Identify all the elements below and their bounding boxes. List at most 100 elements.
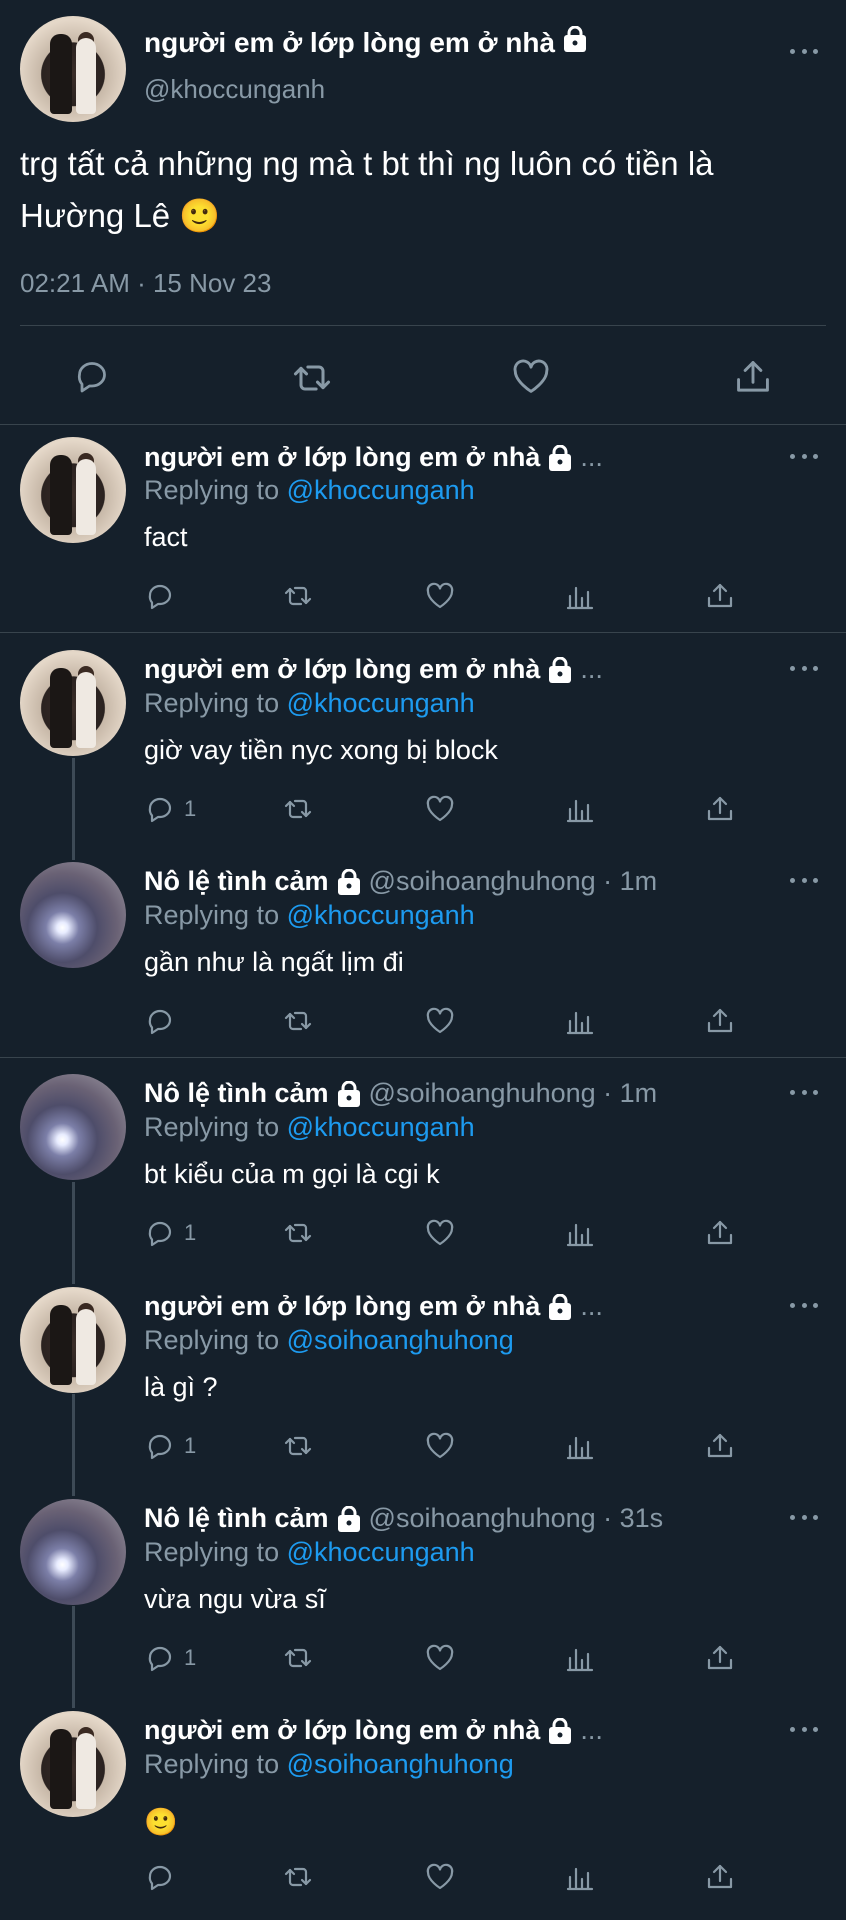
tweet-text: gần như là ngất lịm đi [144,947,404,977]
retweet-icon[interactable] [282,1005,314,1037]
reply-icon [148,1646,172,1672]
replying-handle[interactable]: @khoccunganh [287,475,475,505]
heart-icon[interactable] [424,1217,456,1249]
retweet-icon[interactable] [290,356,334,400]
reply-icon [148,1009,172,1035]
more-icon[interactable] [790,1722,818,1736]
reply-button[interactable]: 1 [144,1642,196,1674]
replying-handle[interactable]: @khoccunganh [287,1537,475,1567]
heart-icon[interactable] [424,1861,456,1893]
views-icon[interactable] [564,1005,596,1037]
views-icon[interactable] [564,793,596,825]
main-tweet-text: trg tất cả những ng mà t bt thì ng luôn … [20,145,714,234]
more-icon[interactable] [790,1510,818,1524]
share-icon[interactable] [704,1430,736,1462]
avatar[interactable] [20,1499,126,1605]
more-icon[interactable] [790,1085,818,1099]
avatar[interactable] [20,650,126,756]
retweet-icon[interactable] [282,793,314,825]
views-icon[interactable] [564,1217,596,1249]
heart-icon[interactable] [424,1642,456,1674]
action-bar [144,1861,736,1895]
reply-button[interactable] [144,1005,184,1037]
more-icon[interactable] [790,1298,818,1312]
lock-icon [337,1080,361,1107]
reply-count: 1 [184,1433,197,1458]
share-icon[interactable] [704,1217,736,1249]
avatar[interactable] [20,437,126,543]
divider [0,1057,846,1058]
more-icon[interactable] [790,873,818,887]
avatar[interactable] [20,1287,126,1393]
main-author-handle[interactable]: @khoccunganh [144,74,325,105]
retweet-icon[interactable] [282,1642,314,1674]
replying-handle[interactable]: @khoccunganh [287,900,475,930]
share-icon[interactable] [704,1642,736,1674]
main-author-name[interactable]: người em ở lớp lòng em ở nhà [144,25,587,59]
author-name[interactable]: Nô lệ tình cảm [144,866,329,897]
main-tweet-timestamp[interactable]: 02:21 AM · 15 Nov 23 [20,268,271,299]
share-icon[interactable] [704,1861,736,1893]
heart-icon[interactable] [510,356,552,398]
action-bar [144,1005,736,1039]
thread-line [72,1182,75,1284]
lock-icon [337,868,361,895]
views-icon[interactable] [564,1642,596,1674]
author-name[interactable]: người em ở lớp lòng em ở nhà [144,1291,540,1322]
tweet-text: fact [144,522,188,552]
replying-to: Replying to @khoccunganh [144,900,475,931]
avatar[interactable] [20,1074,126,1180]
author-row: người em ở lớp lòng em ở nhà ... [144,442,603,473]
author-name[interactable]: người em ở lớp lòng em ở nhà [144,442,540,473]
share-icon[interactable] [732,356,774,398]
views-icon[interactable] [564,580,596,612]
author-name[interactable]: Nô lệ tình cảm [144,1503,329,1534]
author-name[interactable]: người em ở lớp lòng em ở nhà [144,1715,540,1746]
views-icon[interactable] [564,1861,596,1893]
reply-button[interactable]: 1 [144,1217,196,1249]
reply-button[interactable]: 1 [144,1430,196,1462]
reply-button[interactable]: 1 [144,793,196,825]
replying-label: Replying to [144,475,280,505]
heart-icon[interactable] [424,793,456,825]
replying-to: Replying to @khoccunganh [144,688,475,719]
reply-icon[interactable] [72,356,112,396]
action-bar: 1 [144,793,736,827]
reply-button[interactable] [144,580,184,612]
lock-icon [548,444,572,471]
lock-icon [337,1505,361,1532]
retweet-icon[interactable] [282,1861,314,1893]
avatar[interactable] [20,1711,126,1817]
author-name[interactable]: Nô lệ tình cảm [144,1078,329,1109]
replying-handle[interactable]: @soihoanghuhong [287,1749,514,1779]
avatar[interactable] [20,862,126,968]
heart-icon[interactable] [424,1430,456,1462]
share-icon[interactable] [704,1005,736,1037]
author-meta: @soihoanghuhong · 1m [368,866,658,896]
views-icon[interactable] [564,1430,596,1462]
replying-to: Replying to @soihoanghuhong [144,1325,514,1356]
share-icon[interactable] [704,580,736,612]
reply-button[interactable] [144,1861,184,1893]
replying-handle[interactable]: @khoccunganh [287,688,475,718]
heart-icon[interactable] [424,580,456,612]
heart-icon[interactable] [424,1005,456,1037]
author-name-text: người em ở lớp lòng em ở nhà [144,27,556,58]
avatar[interactable] [20,16,126,122]
replying-handle[interactable]: @khoccunganh [287,1112,475,1142]
author-name[interactable]: người em ở lớp lòng em ở nhà [144,654,540,685]
retweet-icon[interactable] [282,580,314,612]
retweet-icon[interactable] [282,1430,314,1462]
more-icon[interactable] [790,44,818,58]
author-meta: @soihoanghuhong · 1m [368,1078,658,1108]
divider [20,325,826,326]
author-meta: ... [580,1291,603,1321]
share-icon[interactable] [704,793,736,825]
more-icon[interactable] [790,449,818,463]
more-icon[interactable] [790,661,818,675]
replying-handle[interactable]: @soihoanghuhong [287,1325,514,1355]
lock-icon [548,1717,572,1744]
retweet-icon[interactable] [282,1217,314,1249]
author-meta: ... [580,442,603,472]
author-meta: @soihoanghuhong · 31s [368,1503,664,1533]
